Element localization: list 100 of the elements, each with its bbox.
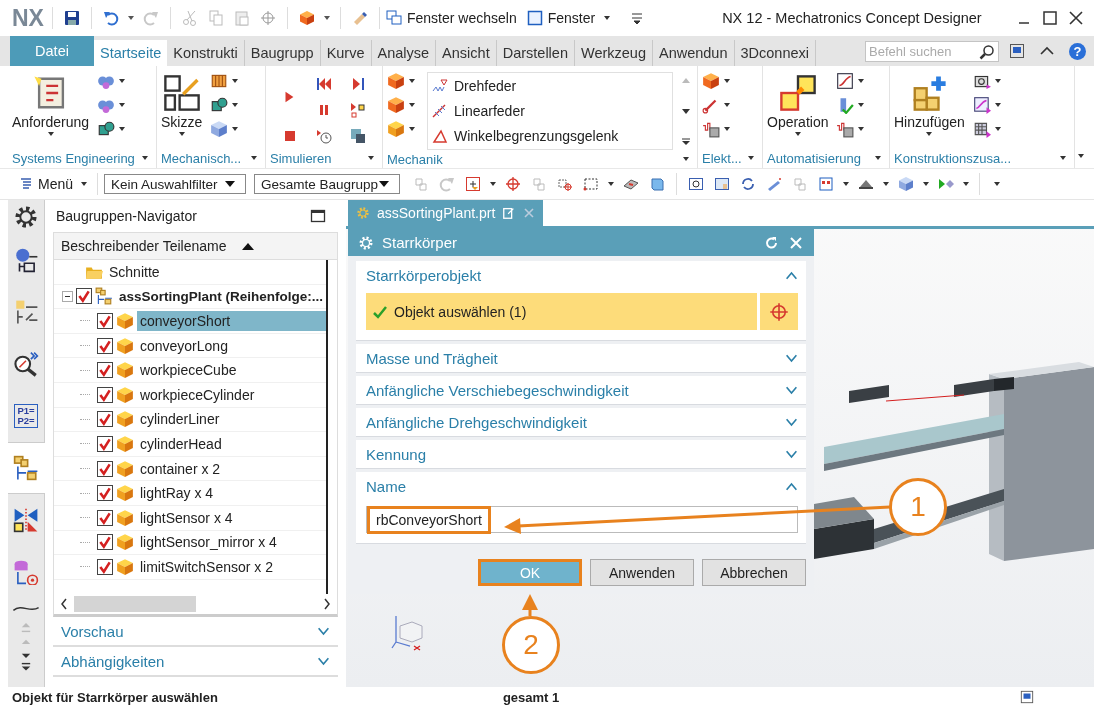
chevron-icon[interactable] bbox=[317, 626, 330, 636]
tree-item[interactable]: conveyorShort bbox=[136, 311, 326, 331]
stop-icon[interactable] bbox=[282, 128, 298, 144]
selection-filter-dropdown[interactable]: Kein Auswahlfilter bbox=[104, 174, 247, 194]
fit-icon[interactable] bbox=[688, 176, 705, 192]
select-object-button[interactable] bbox=[760, 293, 798, 330]
clock-icon[interactable] bbox=[316, 128, 332, 144]
caret-icon[interactable] bbox=[608, 182, 615, 186]
ribbon-tab[interactable]: Analyse bbox=[371, 40, 437, 66]
tree-item[interactable]: assSortingPlant (Reihenfolge:... bbox=[115, 286, 326, 306]
caret-icon[interactable] bbox=[683, 157, 689, 161]
display-icon[interactable] bbox=[1009, 43, 1025, 59]
tree-item[interactable]: lightRay x 4 bbox=[136, 483, 217, 504]
panel-header[interactable]: Vorschau bbox=[60, 622, 124, 640]
ribbon-group-label[interactable]: Mechanik bbox=[387, 151, 443, 167]
caret-icon[interactable] bbox=[409, 127, 415, 131]
caret-icon[interactable] bbox=[843, 182, 850, 186]
undo-icon[interactable] bbox=[102, 10, 119, 26]
chevron-icon[interactable] bbox=[785, 385, 798, 395]
rotate-icon[interactable] bbox=[740, 176, 757, 192]
sort-icon[interactable] bbox=[242, 242, 255, 250]
checkbox[interactable] bbox=[96, 362, 113, 379]
ribbon-group-label[interactable]: Elekt... bbox=[702, 150, 742, 166]
caret-icon[interactable] bbox=[875, 156, 881, 160]
scroll-left-icon[interactable] bbox=[59, 598, 68, 610]
chevron-icon[interactable] bbox=[785, 417, 798, 427]
scroll-down-icon[interactable] bbox=[681, 107, 691, 115]
cylinder-icon[interactable] bbox=[766, 176, 783, 192]
ribbon-large-button[interactable]: Anforderung bbox=[12, 72, 90, 148]
section-header[interactable]: Starrkörperobjekt bbox=[366, 266, 482, 284]
tree-item[interactable]: cylinderHead bbox=[136, 433, 225, 454]
frame-icon[interactable] bbox=[210, 72, 229, 90]
rewind-icon[interactable] bbox=[316, 76, 332, 92]
cube-icon[interactable] bbox=[702, 72, 720, 90]
scrollbar-thumb[interactable] bbox=[73, 596, 196, 612]
caret-icon[interactable] bbox=[858, 79, 865, 83]
ribbon-tab[interactable]: Anwendun bbox=[652, 40, 735, 66]
cube-icon[interactable] bbox=[387, 72, 405, 90]
shaded-icon[interactable] bbox=[649, 176, 666, 192]
maximize-icon[interactable] bbox=[1042, 10, 1058, 26]
section-header[interactable]: Name bbox=[366, 477, 406, 495]
caret-icon[interactable] bbox=[1060, 156, 1066, 160]
caret-icon[interactable] bbox=[1078, 154, 1084, 158]
expressions-tab[interactable]: P1= P2= bbox=[8, 390, 44, 442]
ribbon-large-button[interactable]: Skizze bbox=[161, 72, 203, 148]
panel-header[interactable]: Abhängigkeiten bbox=[60, 652, 165, 670]
ribbon-tab[interactable]: Darstellen bbox=[496, 40, 575, 66]
caret-icon[interactable] bbox=[251, 156, 257, 160]
ribbon-tab[interactable]: Konstrukti bbox=[167, 40, 245, 66]
scroll-right-icon[interactable] bbox=[323, 598, 331, 610]
combine-icon[interactable] bbox=[97, 120, 116, 138]
close-icon[interactable] bbox=[1068, 10, 1084, 26]
checkbox[interactable] bbox=[96, 386, 113, 403]
chevron-icon[interactable] bbox=[317, 656, 330, 666]
save-icon[interactable] bbox=[63, 10, 80, 26]
caret-icon[interactable] bbox=[858, 127, 865, 131]
skip-icon[interactable] bbox=[350, 76, 366, 92]
ribbon-group-label[interactable]: Systems Engineering bbox=[12, 150, 135, 166]
checkbox[interactable] bbox=[96, 337, 113, 354]
selection-row[interactable]: Objekt auswählen (1) bbox=[366, 293, 757, 330]
ribbon-group-label[interactable]: Simulieren bbox=[270, 150, 332, 166]
caret-icon[interactable] bbox=[994, 182, 1001, 186]
caret-icon[interactable] bbox=[923, 182, 930, 186]
layers-icon[interactable] bbox=[818, 176, 835, 192]
expand-gallery-icon[interactable] bbox=[681, 138, 691, 146]
caret-icon[interactable] bbox=[119, 127, 126, 131]
caret-icon[interactable] bbox=[994, 103, 1001, 107]
section-header[interactable]: Kennung bbox=[366, 445, 427, 463]
checkbox[interactable] bbox=[96, 534, 113, 551]
gallery-item[interactable]: Linearfeder bbox=[432, 100, 668, 122]
checkbox[interactable] bbox=[96, 485, 113, 502]
tree-item[interactable]: lightSensor_mirror x 4 bbox=[136, 532, 280, 553]
window-menu-button[interactable]: Fenster bbox=[526, 10, 615, 26]
caret-icon[interactable] bbox=[368, 156, 374, 160]
gallery-item[interactable]: Drehfeder bbox=[432, 75, 668, 97]
ribbon-tab[interactable]: Kurve bbox=[320, 40, 372, 66]
caret-icon[interactable] bbox=[994, 127, 1001, 131]
caret-icon[interactable] bbox=[724, 127, 730, 131]
tree-item[interactable]: conveyorLong bbox=[136, 335, 231, 356]
tree-item[interactable]: limitSwitchSensor x 2 bbox=[136, 556, 276, 577]
target-icon[interactable] bbox=[505, 176, 522, 192]
ribbon-large-button[interactable]: Operation bbox=[767, 72, 829, 148]
tree-item[interactable]: workpieceCylinder bbox=[136, 384, 258, 405]
filter-icon[interactable] bbox=[465, 176, 482, 192]
tree-item[interactable]: lightSensor x 4 bbox=[136, 507, 236, 528]
caret-icon[interactable] bbox=[883, 182, 890, 186]
tree-item[interactable]: container x 2 bbox=[136, 458, 224, 479]
caret-icon[interactable] bbox=[994, 79, 1001, 83]
checkbox[interactable] bbox=[96, 558, 113, 575]
caret-icon[interactable] bbox=[963, 182, 970, 186]
caret-icon[interactable] bbox=[232, 79, 239, 83]
cube-icon[interactable] bbox=[898, 176, 915, 192]
ribbon-group-label[interactable]: Mechanisch... bbox=[161, 150, 242, 166]
ribbon-group-label[interactable]: Konstruktionszusa... bbox=[894, 150, 1012, 166]
caret-icon[interactable] bbox=[409, 103, 415, 107]
command-search-field[interactable]: Befehl suchen bbox=[865, 41, 999, 62]
reset-icon[interactable] bbox=[764, 234, 780, 251]
ribbon-tab[interactable]: Werkzeug bbox=[574, 40, 653, 66]
gallery-item[interactable]: Winkelbegrenzungsgelenk bbox=[432, 125, 668, 147]
ribbon-group-label[interactable]: Automatisierung bbox=[767, 150, 861, 166]
